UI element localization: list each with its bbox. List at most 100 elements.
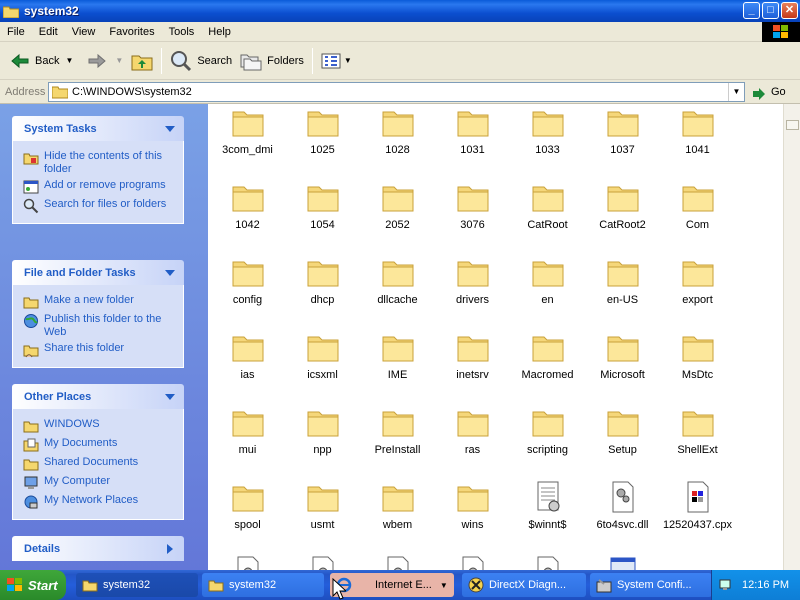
start-button[interactable]: Start	[0, 570, 66, 600]
file-item[interactable]: Microsoft	[585, 329, 660, 404]
file-item[interactable]: inetsrv	[435, 329, 510, 404]
file-item[interactable]: 1042	[210, 179, 285, 254]
file-item[interactable]: scripting	[510, 404, 585, 479]
file-item[interactable]: mui	[210, 404, 285, 479]
other-place-shared-documents[interactable]: Shared Documents	[23, 456, 175, 472]
clock[interactable]: 12:16 PM	[742, 579, 789, 591]
menu-tools[interactable]: Tools	[162, 26, 202, 38]
file-item[interactable]: usmt	[285, 479, 360, 554]
file-item[interactable]	[510, 554, 585, 570]
share-folder-link[interactable]: Share this folder	[23, 342, 175, 358]
taskbar-item-directx[interactable]: DirectX Diagn...	[462, 573, 586, 597]
menu-favorites[interactable]: Favorites	[102, 26, 161, 38]
file-item[interactable]: PreInstall	[360, 404, 435, 479]
go-button[interactable]: Go	[751, 84, 786, 100]
file-item[interactable]: 2052	[360, 179, 435, 254]
file-item[interactable]: 3com_dmi	[210, 104, 285, 179]
file-item[interactable]	[210, 554, 285, 570]
taskbar-item-system-config[interactable]: System Confi...	[590, 573, 712, 597]
scrollbar-thumb[interactable]	[786, 120, 799, 130]
address-input[interactable]: C:\WINDOWS\system32 ▼	[48, 81, 745, 102]
file-item[interactable]: config	[210, 254, 285, 329]
hide-contents-link[interactable]: Hide the contents of this folder	[23, 150, 175, 176]
file-item[interactable]: npp	[285, 404, 360, 479]
menu-file[interactable]: File	[0, 26, 32, 38]
up-folder-button[interactable]	[127, 46, 157, 76]
file-item[interactable]: 1054	[285, 179, 360, 254]
forward-button[interactable]: ▼	[83, 46, 127, 76]
add-remove-programs-link[interactable]: Add or remove programs	[23, 179, 175, 195]
file-item[interactable]	[360, 554, 435, 570]
file-item[interactable]: $winnt$	[510, 479, 585, 554]
file-item[interactable]: icsxml	[285, 329, 360, 404]
file-item[interactable]: IME	[360, 329, 435, 404]
file-item[interactable]	[285, 554, 360, 570]
file-item[interactable]: CatRoot2	[585, 179, 660, 254]
other-place-network[interactable]: My Network Places	[23, 494, 175, 510]
back-button[interactable]: Back ▼	[6, 46, 77, 76]
file-item[interactable]: 6to4svc.dll	[585, 479, 660, 554]
details-header[interactable]: Details	[12, 536, 184, 561]
file-item[interactable]: 3076	[435, 179, 510, 254]
maximize-button[interactable]: □	[762, 2, 779, 19]
search-button[interactable]: Search	[166, 46, 236, 76]
file-item[interactable]: en	[510, 254, 585, 329]
file-item[interactable]: wbem	[360, 479, 435, 554]
collapse-icon[interactable]	[162, 389, 178, 405]
file-item[interactable]: drivers	[435, 254, 510, 329]
file-item[interactable]: Setup	[585, 404, 660, 479]
folder-icon	[307, 336, 338, 362]
file-item[interactable]: 1031	[435, 104, 510, 179]
file-item[interactable]: export	[660, 254, 735, 329]
file-item[interactable]: CatRoot	[510, 179, 585, 254]
title-bar[interactable]: system32 _ □ ✕	[0, 0, 800, 22]
file-item[interactable]: 12520437.cpx	[660, 479, 735, 554]
folders-button[interactable]: Folders	[236, 46, 308, 76]
file-item[interactable]: ras	[435, 404, 510, 479]
file-item[interactable]: dhcp	[285, 254, 360, 329]
collapse-icon[interactable]	[162, 121, 178, 137]
file-item[interactable]	[585, 554, 660, 570]
network-icon[interactable]	[718, 577, 734, 593]
file-item[interactable]: 1037	[585, 104, 660, 179]
taskbar-item-system32[interactable]: system32	[202, 573, 324, 597]
file-item[interactable]: 1041	[660, 104, 735, 179]
publish-folder-link[interactable]: Publish this folder to the Web	[23, 313, 175, 339]
make-new-folder-link[interactable]: Make a new folder	[23, 294, 175, 310]
file-item[interactable]: spool	[210, 479, 285, 554]
other-place-my-documents[interactable]: My Documents	[23, 437, 175, 453]
file-item[interactable]: Com	[660, 179, 735, 254]
menu-help[interactable]: Help	[201, 26, 238, 38]
collapse-icon[interactable]	[162, 265, 178, 281]
file-item[interactable]: ias	[210, 329, 285, 404]
other-place-my-computer[interactable]: My Computer	[23, 475, 175, 491]
system-tasks-header[interactable]: System Tasks	[12, 116, 184, 141]
file-item[interactable]: ShellExt	[660, 404, 735, 479]
file-item[interactable]: wins	[435, 479, 510, 554]
file-item[interactable]: en-US	[585, 254, 660, 329]
file-folder-tasks-header[interactable]: File and Folder Tasks	[12, 260, 184, 285]
vertical-scrollbar[interactable]	[783, 104, 800, 570]
taskbar-item-internet-explorer[interactable]: Internet E... ▼	[330, 573, 454, 597]
expand-icon[interactable]	[162, 541, 178, 557]
search-files-link[interactable]: Search for files or folders	[23, 198, 175, 214]
minimize-button[interactable]: _	[743, 2, 760, 19]
menu-view[interactable]: View	[65, 26, 103, 38]
other-places-header[interactable]: Other Places	[12, 384, 184, 409]
views-button[interactable]: ▼	[317, 46, 356, 76]
file-item[interactable]: 1028	[360, 104, 435, 179]
file-item[interactable]: dllcache	[360, 254, 435, 329]
other-place-windows[interactable]: WINDOWS	[23, 418, 175, 434]
close-button[interactable]: ✕	[781, 2, 798, 19]
my-documents-icon	[23, 438, 39, 452]
file-item[interactable]: 1033	[510, 104, 585, 179]
file-list-view[interactable]: 3com_dmi 1025 1028 1031 1033 1037 1041 1042 1054…	[208, 104, 783, 570]
file-item[interactable]: Macromed	[510, 329, 585, 404]
file-item[interactable]	[435, 554, 510, 570]
file-item[interactable]: 1025	[285, 104, 360, 179]
taskbar-item-system32-active[interactable]: system32	[76, 573, 198, 597]
menu-edit[interactable]: Edit	[32, 26, 65, 38]
search-icon	[23, 198, 39, 214]
address-dropdown-button[interactable]: ▼	[728, 82, 744, 101]
file-item[interactable]: MsDtc	[660, 329, 735, 404]
